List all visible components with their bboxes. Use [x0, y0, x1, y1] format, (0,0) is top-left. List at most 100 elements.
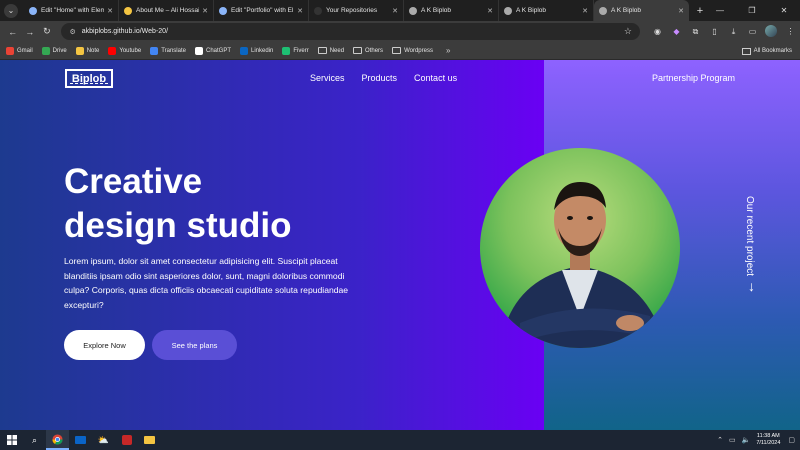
tab-title: Edit "Portfolio" with El — [231, 7, 294, 14]
nav-contact[interactable]: Contact us — [414, 73, 457, 83]
windows-start-icon[interactable] — [0, 430, 23, 450]
tab-close-icon[interactable]: ✕ — [202, 7, 208, 15]
bookmark-item[interactable]: Linkedin — [240, 46, 274, 55]
tab-title: About Me – Ali Hossain — [136, 7, 200, 14]
bookmark-item[interactable]: ChatGPT — [194, 46, 231, 55]
extension-icon[interactable]: ◆ — [667, 27, 686, 36]
clock[interactable]: 11:38 AM 7/11/2024 — [756, 433, 780, 447]
volume-icon[interactable]: 🔈 — [742, 436, 751, 444]
windows-taskbar: ⌕ ⛅ ⌃ ▭ 🔈 11:38 AM 7/11/2024 ▢ — [0, 430, 800, 450]
hero-title-line1: Creative — [64, 162, 203, 201]
browser-tab[interactable]: Edit "Home" with Elem ✕ — [24, 0, 119, 21]
bookmark-label: Gmail — [17, 47, 33, 54]
file-explorer-icon[interactable] — [138, 430, 161, 450]
browser-tab[interactable]: Edit "Portfolio" with El ✕ — [214, 0, 309, 21]
side-panel-icon[interactable]: ▯ — [705, 27, 724, 36]
tab-favicon-icon — [124, 6, 132, 15]
tray-chevron-icon[interactable]: ⌃ — [717, 436, 723, 444]
reload-icon[interactable]: ↻ — [38, 26, 55, 37]
folder-icon — [741, 47, 751, 55]
bookmark-star-icon[interactable]: ☆ — [624, 26, 632, 37]
tab-favicon-icon — [314, 6, 322, 15]
tab-groups-icon[interactable]: ▭ — [743, 27, 762, 36]
display-icon[interactable]: ▭ — [729, 436, 736, 444]
address-bar[interactable]: ⚙ akbiplobs.github.io/Web-20/ ☆ — [61, 23, 640, 40]
notification-icon[interactable]: ▢ — [788, 436, 795, 444]
bookmarks-bar: Gmail Drive Note Youtube Translate ChatGPT Lin… — [0, 42, 800, 60]
toolbar-actions: ◉ ◆ ⧉ ▯ ⤓ ▭ ⋮ — [648, 24, 800, 39]
profile-avatar[interactable] — [762, 24, 781, 39]
menu-icon[interactable]: ⋮ — [781, 27, 800, 36]
tab-close-icon[interactable]: ✕ — [582, 7, 588, 15]
explore-now-button[interactable]: Explore Now — [64, 330, 145, 360]
folder-icon — [317, 47, 327, 54]
back-icon[interactable]: ← — [4, 27, 21, 37]
site-info-icon[interactable]: ⚙ — [69, 28, 75, 36]
nav-partnership[interactable]: Partnership Program — [652, 73, 735, 83]
folder-icon — [353, 47, 363, 54]
gmail-icon — [6, 46, 14, 55]
nav-products[interactable]: Products — [362, 73, 398, 83]
bookmark-item[interactable]: Wordpress — [392, 47, 433, 54]
drive-icon — [41, 46, 50, 55]
tab-close-icon[interactable]: ✕ — [487, 7, 493, 15]
date-text: 7/11/2024 — [756, 440, 781, 446]
bookmark-item[interactable]: Drive — [41, 46, 67, 55]
youtube-icon — [108, 46, 117, 55]
tab-search-icon[interactable]: ⌄ — [4, 3, 18, 18]
arrow-down-icon: ↓ — [748, 278, 755, 294]
browser-tab-strip: ⌄ Edit "Home" with Elem ✕ About Me – Ali H… — [0, 0, 800, 21]
main-nav: Services Products Contact us — [310, 73, 474, 83]
system-tray: ⌃ ▭ 🔈 11:38 AM 7/11/2024 ▢ — [717, 430, 800, 450]
browser-toolbar: ← → ↻ ⚙ akbiplobs.github.io/Web-20/ ☆ ◉ … — [0, 21, 800, 42]
nav-services[interactable]: Services — [310, 73, 345, 83]
bookmark-item[interactable]: Gmail — [6, 46, 33, 55]
tab-title: A K Biplob — [611, 7, 641, 14]
recent-project-text: Our recent project — [744, 196, 755, 277]
time-text: 11:38 AM — [756, 433, 780, 439]
bookmark-item[interactable]: Need — [317, 47, 344, 54]
tab-close-icon[interactable]: ✕ — [678, 7, 684, 15]
recent-project-link[interactable]: Our recent project ↓ — [744, 196, 758, 302]
more-bookmarks-icon[interactable]: » — [446, 46, 450, 55]
bookmark-item[interactable]: Note — [75, 46, 99, 55]
bookmark-label: Linkedin — [251, 47, 274, 54]
mail-icon[interactable] — [69, 430, 92, 450]
tab-close-icon[interactable]: ✕ — [297, 7, 303, 15]
all-bookmarks-button[interactable]: All Bookmarks — [741, 42, 792, 60]
bookmark-label: Drive — [52, 47, 67, 54]
bookmark-item[interactable]: Fiverr — [282, 46, 309, 55]
bookmark-label: ChatGPT — [205, 47, 231, 54]
browser-tab[interactable]: A K Biplob ✕ — [404, 0, 499, 21]
bookmark-item[interactable]: Translate — [150, 46, 186, 55]
extension-camera-icon[interactable]: ◉ — [648, 27, 667, 36]
tab-close-icon[interactable]: ✕ — [107, 7, 113, 15]
url-text[interactable]: akbiplobs.github.io/Web-20/ — [82, 28, 624, 35]
word-icon[interactable] — [115, 430, 138, 450]
chrome-icon[interactable] — [46, 430, 69, 450]
tab-favicon-icon — [219, 6, 227, 15]
download-icon[interactable]: ⤓ — [724, 27, 743, 37]
tab-list: Edit "Home" with Elem ✕ About Me – Ali Hos… — [24, 0, 689, 21]
tab-title: Edit "Home" with Elem — [41, 7, 105, 14]
tab-close-icon[interactable]: ✕ — [392, 7, 398, 15]
hero-title: Creative design studio — [64, 160, 384, 248]
bookmark-item[interactable]: Youtube — [108, 46, 142, 55]
browser-tab[interactable]: About Me – Ali Hossain ✕ — [119, 0, 214, 21]
forward-icon[interactable]: → — [21, 27, 38, 37]
site-logo[interactable]: Biplob — [65, 69, 113, 88]
browser-tab[interactable]: A K Biplob ✕ — [499, 0, 594, 21]
browser-tab[interactable]: Your Repositories ✕ — [309, 0, 404, 21]
tab-favicon-icon — [409, 6, 417, 15]
extensions-puzzle-icon[interactable]: ⧉ — [686, 27, 705, 37]
minimize-button[interactable]: — — [704, 0, 736, 21]
close-window-button[interactable]: ✕ — [768, 0, 800, 21]
search-icon[interactable]: ⌕ — [23, 430, 46, 450]
bookmark-label: Youtube — [119, 47, 142, 54]
see-plans-button[interactable]: See the plans — [152, 330, 237, 360]
bookmark-item[interactable]: Others — [353, 47, 383, 54]
web-page: Biplob Services Products Contact us Part… — [0, 60, 800, 430]
weather-icon[interactable]: ⛅ — [92, 430, 115, 450]
browser-tab[interactable]: A K Biplob ✕ — [594, 0, 689, 21]
restore-button[interactable]: ❐ — [736, 0, 768, 21]
